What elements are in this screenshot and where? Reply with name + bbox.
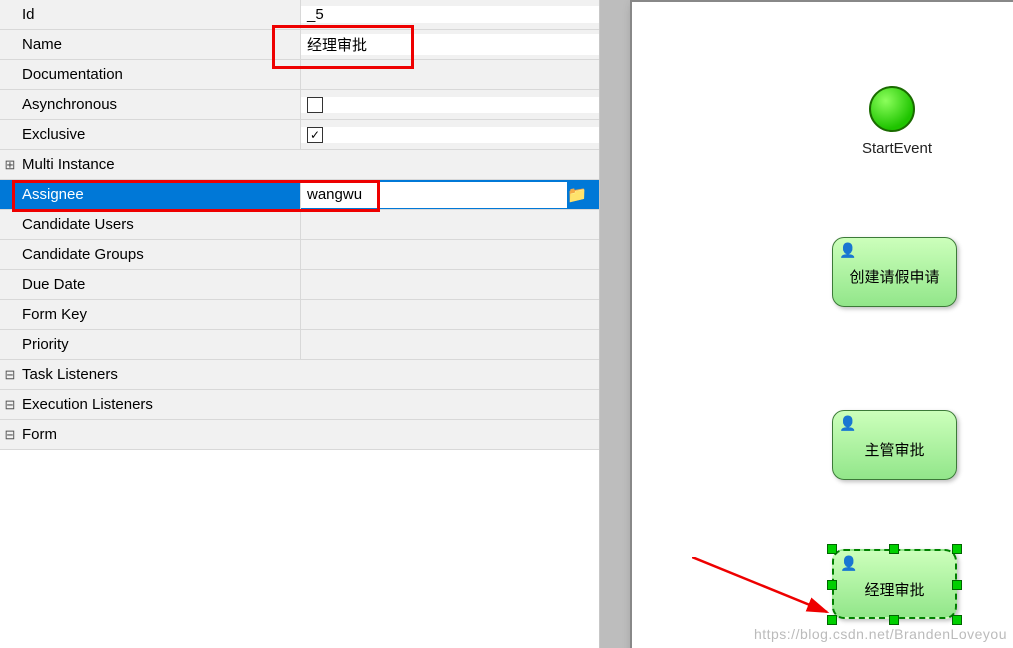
prop-label-priority: Priority [20, 336, 300, 353]
prop-label-due-date: Due Date [20, 276, 300, 293]
prop-row-execution-listeners[interactable]: ⊟ Execution Listeners [0, 390, 599, 420]
prop-label-task-listeners: Task Listeners [20, 366, 580, 383]
task-node-create[interactable]: 👤 创建请假申请 [832, 237, 957, 307]
resize-handle[interactable] [952, 544, 962, 554]
prop-label-multi: Multi Instance [20, 156, 580, 173]
property-grid: Id _5 Name 经理审批 Documentation Asynchrono… [0, 0, 599, 450]
prop-row-task-listeners[interactable]: ⊟ Task Listeners [0, 360, 599, 390]
prop-row-assignee[interactable]: Assignee 📁 [0, 180, 599, 210]
prop-label-form: Form [20, 426, 580, 443]
prop-row-candidate-groups[interactable]: Candidate Groups [0, 240, 599, 270]
prop-label-asynchronous: Asynchronous [20, 96, 300, 113]
resize-handle[interactable] [827, 544, 837, 554]
user-task-icon: 👤 [839, 415, 856, 432]
resize-handle[interactable] [952, 580, 962, 590]
collapse-icon[interactable]: ⊟ [0, 428, 20, 442]
user-task-icon: 👤 [840, 555, 857, 572]
prop-label-cand-groups: Candidate Groups [20, 246, 300, 263]
prop-row-form-key[interactable]: Form Key [0, 300, 599, 330]
prop-label-id: Id [20, 6, 300, 23]
user-task-icon: 👤 [839, 242, 856, 259]
folder-icon[interactable]: 📁 [567, 185, 591, 205]
prop-label-exclusive: Exclusive [20, 126, 300, 143]
prop-label-form-key: Form Key [20, 306, 300, 323]
collapse-icon[interactable]: ⊟ [0, 368, 20, 382]
resize-handle[interactable] [889, 544, 899, 554]
start-event-label: StartEvent [842, 140, 952, 157]
prop-value-assignee[interactable] [301, 182, 567, 208]
prop-label-documentation: Documentation [20, 66, 300, 83]
property-panel: Id _5 Name 经理审批 Documentation Asynchrono… [0, 0, 600, 648]
prop-label-assignee: Assignee [20, 186, 300, 203]
prop-value-id[interactable]: _5 [301, 6, 599, 23]
task-node-manager[interactable]: 👤 经理审批 [832, 549, 957, 619]
prop-row-candidate-users[interactable]: Candidate Users [0, 210, 599, 240]
task-label: 创建请假申请 [833, 266, 956, 287]
resize-handle[interactable] [889, 615, 899, 625]
prop-label-cand-users: Candidate Users [20, 216, 300, 233]
checkbox-asynchronous[interactable] [307, 97, 323, 113]
prop-value-name[interactable]: 经理审批 [301, 34, 599, 55]
collapse-icon[interactable]: ⊟ [0, 398, 20, 412]
prop-label-exec-listeners: Execution Listeners [20, 396, 580, 413]
prop-value-exclusive[interactable]: ✓ [301, 127, 599, 143]
task-label: 经理审批 [834, 579, 955, 600]
prop-row-documentation[interactable]: Documentation [0, 60, 599, 90]
checkbox-exclusive[interactable]: ✓ [307, 127, 323, 143]
prop-row-name[interactable]: Name 经理审批 [0, 30, 599, 60]
resize-handle[interactable] [952, 615, 962, 625]
expand-icon[interactable]: ⊞ [0, 158, 20, 172]
diagram-canvas[interactable]: StartEvent 👤 创建请假申请 👤 主管审批 👤 经理审批 [600, 0, 1013, 648]
prop-row-asynchronous[interactable]: Asynchronous [0, 90, 599, 120]
prop-value-asynchronous[interactable] [301, 97, 599, 113]
assignee-input[interactable] [301, 182, 567, 208]
prop-row-form[interactable]: ⊟ Form [0, 420, 599, 450]
prop-row-priority[interactable]: Priority [0, 330, 599, 360]
task-label: 主管审批 [833, 439, 956, 460]
diagram-page[interactable]: StartEvent 👤 创建请假申请 👤 主管审批 👤 经理审批 [630, 0, 1013, 648]
annotation-arrow [692, 557, 842, 637]
start-event-node[interactable] [869, 86, 915, 132]
task-node-supervisor[interactable]: 👤 主管审批 [832, 410, 957, 480]
property-panel-empty [0, 450, 599, 648]
prop-row-exclusive[interactable]: Exclusive ✓ [0, 120, 599, 150]
prop-row-due-date[interactable]: Due Date [0, 270, 599, 300]
watermark-text: https://blog.csdn.net/BrandenLoveyou [754, 626, 1007, 642]
prop-row-id[interactable]: Id _5 [0, 0, 599, 30]
prop-row-multi-instance[interactable]: ⊞ Multi Instance [0, 150, 599, 180]
prop-label-name: Name [20, 36, 300, 53]
